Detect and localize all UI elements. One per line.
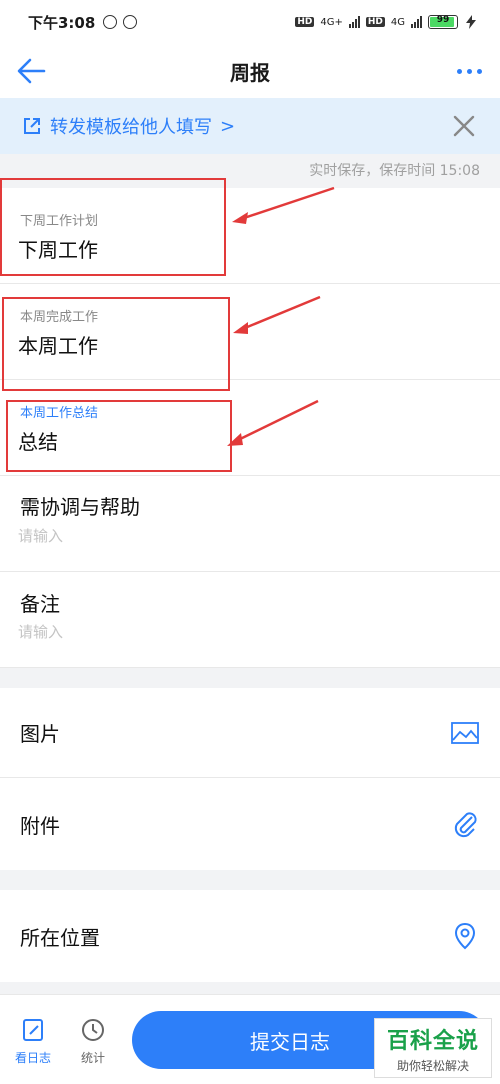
tab-label: 统计 <box>80 1051 105 1065</box>
field-label: 需协调与帮助 <box>20 495 140 519</box>
paperclip-icon[interactable] <box>450 809 480 839</box>
status-indicators: HD 4G+ HD 4G 99 <box>295 15 478 29</box>
field-coordination-help[interactable]: 需协调与帮助 请输入 <box>0 476 500 572</box>
annotation-arrow-icon <box>227 399 319 446</box>
watermark-logo: 百科全说 助你轻松解决 <box>374 1018 492 1078</box>
signal-icon <box>348 16 360 28</box>
annotation-arrow-icon <box>233 295 321 334</box>
forward-template-banner[interactable]: 转发模板给他人填写 > <box>0 98 500 154</box>
field-label: 备注 <box>20 592 60 616</box>
chevron-right-icon: > <box>220 115 236 137</box>
image-icon[interactable] <box>450 718 480 748</box>
annotation-arrow-icon <box>232 186 335 224</box>
tab-stats[interactable]: 统计 <box>68 1017 118 1066</box>
location-row[interactable]: 所在位置 <box>0 890 500 982</box>
battery-level: 99 <box>436 15 450 25</box>
forward-template-link[interactable]: 转发模板给他人填写 <box>50 113 212 139</box>
signal-icon-2 <box>411 16 422 28</box>
location-pin-icon[interactable] <box>450 921 480 951</box>
add-attachment-row[interactable]: 附件 <box>0 778 500 870</box>
check-circle-icon <box>123 15 138 29</box>
tab-view-log[interactable]: 看日志 <box>8 1017 58 1066</box>
add-image-row[interactable]: 图片 <box>0 688 500 778</box>
annotation-box <box>0 178 226 276</box>
section-divider <box>0 668 500 688</box>
alarm-icon <box>103 15 118 29</box>
network-label-2: 4G <box>390 16 405 28</box>
annotation-box <box>2 297 230 391</box>
page-title: 周报 <box>230 60 270 85</box>
more-options-icon[interactable] <box>457 58 482 84</box>
tab-label: 看日志 <box>14 1051 51 1065</box>
nav-bar: 周报 <box>0 44 500 98</box>
close-icon[interactable] <box>450 112 478 140</box>
clock-icon <box>82 1019 104 1041</box>
field-remarks[interactable]: 备注 请输入 <box>0 572 500 668</box>
status-bar: 下午3:08 HD 4G+ HD 4G 99 <box>0 0 500 44</box>
battery-icon: 99 <box>428 15 458 29</box>
back-arrow-icon[interactable] <box>14 54 48 88</box>
annotation-box <box>6 400 232 472</box>
watermark-title: 百科全说 <box>386 1028 479 1054</box>
hd-badge-2: HD <box>365 17 385 27</box>
watermark-subtitle: 助你轻松解决 <box>396 1058 469 1073</box>
field-placeholder[interactable]: 请输入 <box>18 621 63 642</box>
charging-icon <box>466 15 476 29</box>
section-divider <box>0 870 500 890</box>
hd-badge: HD <box>295 17 315 27</box>
external-share-icon <box>24 118 40 134</box>
status-time: 下午3:08 <box>28 13 96 32</box>
notebook-icon <box>23 1019 43 1041</box>
network-label-1: 4G+ <box>320 16 343 28</box>
image-label: 图片 <box>20 722 60 746</box>
attachment-label: 附件 <box>20 813 60 838</box>
location-label: 所在位置 <box>20 925 100 950</box>
field-placeholder[interactable]: 请输入 <box>18 525 63 546</box>
